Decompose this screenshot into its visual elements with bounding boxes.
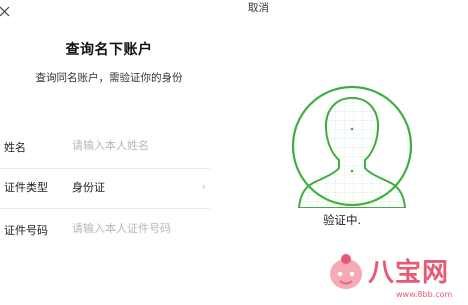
chevron-right-icon: › <box>201 180 206 193</box>
id-number-label: 证件号码 <box>4 224 48 237</box>
name-input[interactable] <box>72 139 192 152</box>
page-subtitle: 查询同名账户，需验证你的身份 <box>35 72 183 84</box>
name-row: 姓名 <box>0 128 210 169</box>
close-icon[interactable] <box>0 2 14 17</box>
verification-status: 验证中. <box>323 213 362 227</box>
id-number-input[interactable] <box>72 222 192 235</box>
watermark-url: www.8bb.com <box>396 290 453 299</box>
watermark-text: 八宝网 <box>368 258 450 288</box>
account-query-panel: 查询名下账户 查询同名账户，需验证你的身份 姓名 证件类型 身份证 › 证件号码 <box>0 0 218 305</box>
name-label: 姓名 <box>4 141 26 154</box>
id-number-row: 证件号码 <box>0 211 210 251</box>
face-scan-icon <box>291 85 413 208</box>
watermark-logo-icon <box>330 254 362 289</box>
id-type-value: 身份证 <box>72 181 105 194</box>
screen: 查询名下账户 查询同名账户，需验证你的身份 姓名 证件类型 身份证 › 证件号码… <box>0 0 468 305</box>
id-type-row[interactable]: 证件类型 身份证 › <box>0 168 210 209</box>
cancel-button[interactable]: 取消 <box>248 0 269 15</box>
id-type-label: 证件类型 <box>4 181 48 194</box>
page-title: 查询名下账户 <box>65 42 153 58</box>
